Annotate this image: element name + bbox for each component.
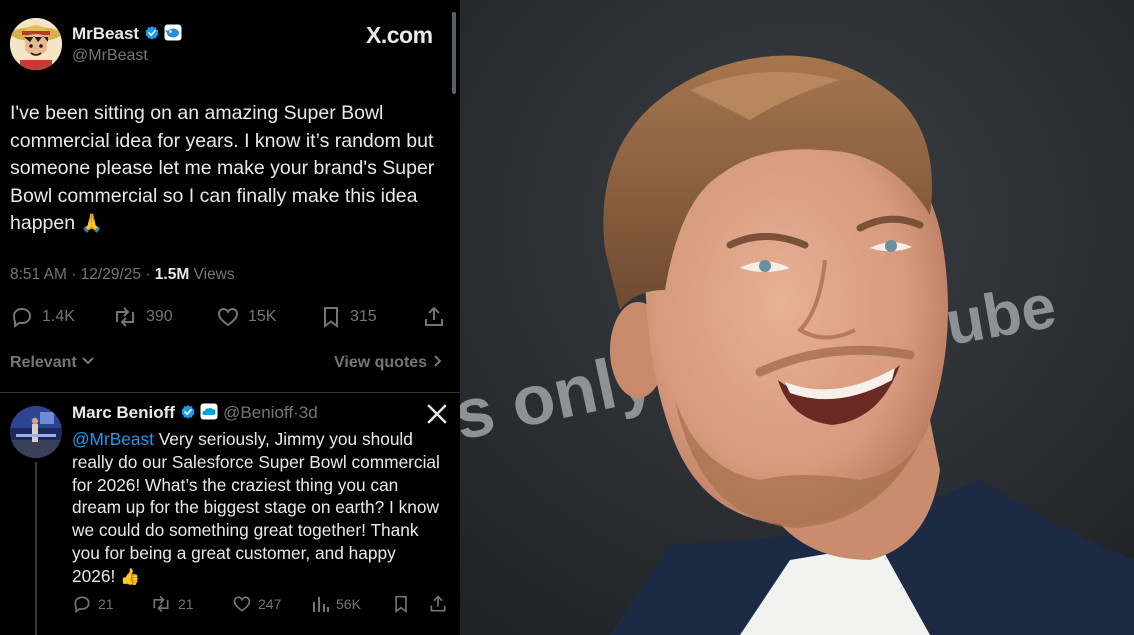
reply-share-button[interactable] [428,592,448,616]
share-icon [425,306,443,326]
reply-text-line: 2026! 👍 [72,565,454,590]
thumbs-up-emoji: 👍 [120,568,140,586]
portrait-photo: s only ube [460,0,1134,635]
post-meta: 8:51 AM · 12/29/25 · 1.5M Views [10,266,235,283]
heart-icon [233,596,251,612]
repost-icon [116,307,134,327]
post-actions: 1.4K 390 15K 315 [10,302,446,332]
reply-text-line: we could do something great together! Th… [72,520,419,541]
post-time[interactable]: 8:51 AM [10,266,67,283]
mention-link[interactable]: @MrBeast [72,429,154,449]
reply-header: Marc Benioff @Benioff·3d [72,403,318,422]
reply-age[interactable]: 3d [299,403,318,422]
share-button[interactable] [422,302,446,332]
reply-like-button[interactable]: 247 [232,592,281,616]
post-text: I've been sitting on an amazing Super Bo… [10,100,450,238]
author-name[interactable]: MrBeast [72,24,139,43]
sort-dropdown[interactable]: Relevant [10,354,95,372]
verified-badge-icon [145,26,159,40]
repost-count: 390 [146,308,173,325]
bookmark-icon [395,595,407,613]
post-text-line: commercial idea for years. I know it’s r… [10,129,434,152]
chevron-down-icon [82,357,94,365]
heart-icon [217,307,239,327]
thread-line [35,462,37,635]
praying-hands-emoji: 🙏 [80,213,103,233]
straw-hat-avatar-icon [10,18,62,70]
reply-views-button[interactable]: 56K [312,592,361,616]
chevron-right-icon [433,355,441,367]
reply-views-count: 56K [336,596,361,612]
reply-text-line-last: 2026! [72,565,116,586]
post-date[interactable]: 12/29/25 [81,266,141,283]
tweet-panel: MrBeast @MrBeast X.com I've been sitting… [0,0,460,635]
reply-text-line: really do our Salesforce Super Bowl comm… [72,451,440,472]
reply-icon [12,307,32,328]
x-logo [427,404,447,429]
share-icon [430,595,446,612]
reply-actions: 21 21 247 56K [72,592,452,616]
view-quotes-link[interactable]: View quotes [334,354,442,372]
x-logo-icon [427,404,447,424]
repost-icon [153,595,169,613]
sort-label: Relevant [10,354,77,371]
reply-text-line-first: Very seriously, Jimmy you should [153,429,413,449]
smiling-man-portrait-icon: s only ube [460,0,1134,635]
brand-label: X.com [366,22,433,48]
verified-badge-icon [181,405,195,419]
reply-author-handle[interactable]: @Benioff [223,403,293,422]
repost-button[interactable]: 390 [112,302,173,332]
author-handle[interactable]: @MrBeast [72,47,148,65]
reply-repost-count: 21 [178,596,194,612]
author-row: MrBeast [72,24,182,44]
reply-avatar[interactable] [10,406,62,458]
views-count: 1.5M [154,266,190,283]
like-count: 15K [248,308,277,325]
stage-avatar-icon [10,406,62,458]
divider [0,392,460,393]
bookmark-button[interactable]: 315 [320,302,377,332]
bookmark-icon [324,307,338,328]
post-text-line: happen 🙏 [10,210,450,238]
reply-count: 1.4K [42,308,75,325]
reply-text-line: dream up for the biggest stage on earth?… [72,497,439,518]
reply-author-name[interactable]: Marc Benioff [72,403,175,422]
bookmark-count: 315 [350,308,377,325]
post-text-line: someone please let me make your brand's … [10,157,435,179]
reply-repost-button[interactable]: 21 [150,592,194,616]
affiliate-badge-icon [164,24,182,41]
brand-watermark: X.com [366,22,433,49]
reply-button[interactable]: 1.4K [10,302,75,332]
reply-text-line: for 2026! What’s the craziest thing you … [72,474,399,495]
reply-text: @MrBeast Very seriously, Jimmy you shoul… [72,428,454,590]
like-button[interactable]: 15K [216,302,276,332]
reply-reply-button[interactable]: 21 [72,592,114,616]
post-text-line-last: happen [10,212,76,234]
reply-text-line: @MrBeast Very seriously, Jimmy you shoul… [72,428,454,451]
views-label: Views [193,266,235,283]
scrollbar[interactable] [452,12,456,94]
reply-bookmark-button[interactable] [392,592,410,616]
reply-reply-count: 21 [98,596,114,612]
analytics-icon [313,597,329,612]
reply-text-line: you for being a great customer, and happ… [72,542,396,563]
view-quotes-label: View quotes [334,354,428,371]
reply-like-count: 247 [258,596,282,612]
salesforce-badge-icon [200,403,218,420]
post-text-line: Bowl commercial so I can finally make th… [10,184,418,207]
post-text-line: I've been sitting on an amazing Super Bo… [10,102,384,124]
avatar[interactable] [10,18,62,70]
reply-icon [74,596,90,614]
